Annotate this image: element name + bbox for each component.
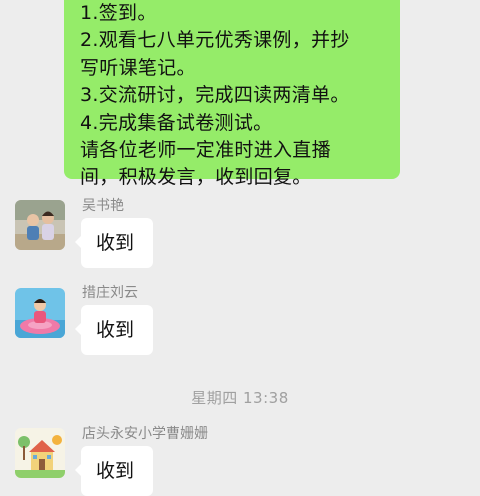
incoming-message-bubble[interactable]: 收到: [75, 218, 153, 268]
child-pink-float-avatar[interactable]: [15, 288, 65, 338]
timestamp: 星期四 13:38: [191, 389, 289, 407]
message-line: 2.观看七八单元优秀课例，并抄: [80, 29, 350, 52]
cartoon-house-avatar[interactable]: [15, 428, 65, 478]
children-photo-avatar[interactable]: [15, 200, 65, 250]
sender-name: 吴书艳: [82, 198, 124, 214]
message-line: 3.交流研讨，完成四读两清单。: [80, 84, 350, 107]
message-line: 1.签到。: [80, 2, 157, 24]
sender-name: 措庄刘云: [82, 285, 138, 301]
incoming-message-bubble[interactable]: 收到: [75, 446, 153, 496]
message-line: 间，积极发言，收到回复。: [80, 166, 312, 189]
message-line: 请各位老师一定准时进入直播: [80, 139, 331, 162]
chat-screen: 1.签到。 2.观看七八单元优秀课例，并抄 写听课笔记。 3.交流研讨，完成四读…: [0, 0, 480, 496]
outgoing-message-bubble[interactable]: 1.签到。 2.观看七八单元优秀课例，并抄 写听课笔记。 3.交流研讨，完成四读…: [64, 0, 400, 188]
incoming-message-bubble[interactable]: 收到: [75, 305, 153, 355]
sender-name: 店头永安小学曹姗姗: [82, 426, 208, 442]
message-line: 写听课笔记。: [80, 56, 196, 79]
message-line: 4.完成集备试卷测试。: [80, 111, 273, 134]
